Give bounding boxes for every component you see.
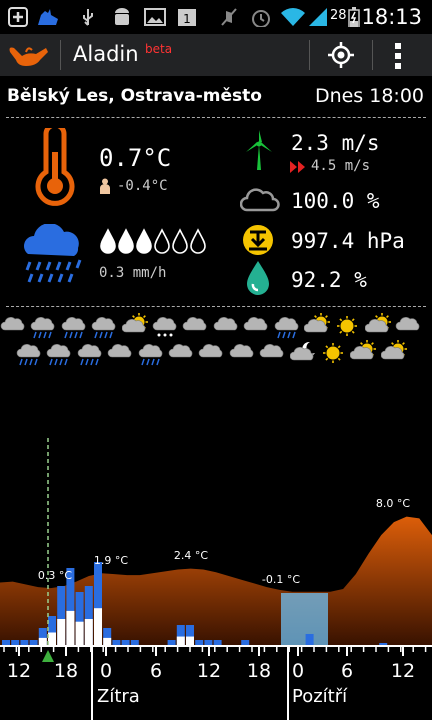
signal-icon bbox=[309, 8, 327, 26]
divider bbox=[372, 40, 373, 70]
cloud-rain-icon bbox=[61, 317, 86, 339]
overflow-menu-icon[interactable] bbox=[393, 42, 403, 70]
wifi-icon bbox=[281, 8, 305, 26]
feels-like-value: -0.4°C bbox=[117, 178, 168, 194]
cloud-rain-icon bbox=[274, 317, 298, 339]
pressure-icon bbox=[243, 225, 273, 255]
snow-bar bbox=[66, 610, 75, 646]
cloud-icon bbox=[243, 317, 268, 331]
cloud-outline-icon bbox=[240, 188, 280, 212]
beta-badge: beta bbox=[145, 42, 173, 56]
sun-cloud-icon bbox=[350, 340, 377, 360]
cloud-sun-icon bbox=[121, 313, 148, 333]
precipitation-value: 0.3 mm/h bbox=[99, 265, 167, 281]
cloud-rain-icon bbox=[138, 344, 162, 366]
android-icon bbox=[115, 8, 129, 25]
usb-icon bbox=[83, 9, 93, 26]
snow-bar bbox=[103, 637, 112, 646]
drop-empty-icon bbox=[172, 228, 188, 254]
drop-empty-icon bbox=[154, 228, 170, 254]
snow-bar bbox=[48, 632, 56, 646]
status-bar: 1 28 18:13 bbox=[0, 0, 432, 34]
humidity-value: 92.2 % bbox=[291, 268, 367, 292]
divider bbox=[60, 40, 61, 70]
cloud-rain-icon bbox=[16, 344, 41, 366]
sun-icon bbox=[337, 316, 358, 336]
divider bbox=[6, 306, 426, 307]
snow-bar bbox=[84, 619, 93, 646]
cloud-icon bbox=[107, 344, 132, 358]
wind-speed-value: 2.3 m/s bbox=[291, 131, 380, 155]
battery-icon bbox=[348, 7, 360, 27]
pressure-value: 997.4 hPa bbox=[291, 229, 405, 253]
plus-icon bbox=[8, 7, 28, 27]
snow-bar bbox=[186, 636, 194, 646]
forecast-icon-row-1 bbox=[0, 313, 432, 341]
forecast-icon-row-2 bbox=[14, 340, 432, 368]
cloud-icon bbox=[168, 344, 193, 358]
app-logo-icon[interactable] bbox=[6, 42, 50, 70]
cloud-icon bbox=[259, 344, 284, 358]
app-icon bbox=[38, 9, 58, 25]
cloud-icon bbox=[183, 317, 207, 331]
cloud-rain-icon bbox=[77, 344, 102, 366]
cloud-rain-icon bbox=[31, 317, 55, 339]
app-bar: Aladin beta bbox=[0, 34, 432, 76]
cloud-icon bbox=[213, 317, 238, 331]
temperature-value: 0.7°C bbox=[99, 144, 172, 172]
drop-filled-icon bbox=[136, 228, 152, 254]
highlight-overlay bbox=[281, 593, 328, 646]
sun-cloud-icon bbox=[364, 313, 391, 333]
moon-cloud-icon bbox=[289, 341, 315, 361]
drop-empty-icon bbox=[190, 228, 206, 254]
snow-bar bbox=[176, 636, 185, 646]
mute-icon bbox=[221, 8, 237, 26]
precipitation-drops-icon bbox=[100, 228, 206, 254]
cloud-rain-icon bbox=[47, 344, 71, 366]
image-icon bbox=[144, 8, 166, 26]
locate-icon[interactable] bbox=[326, 40, 356, 70]
wind-gust-value: 4.5 m/s bbox=[311, 158, 371, 174]
app-title: Aladin bbox=[73, 42, 139, 66]
location-name[interactable]: Bělský Les, Ostrava-město bbox=[7, 86, 262, 106]
cloud-icon bbox=[0, 317, 25, 331]
cloud-snow-icon bbox=[152, 317, 177, 337]
calendar-icon: 1 bbox=[178, 9, 196, 26]
humidity-drop-icon bbox=[247, 261, 269, 295]
clock: 18:13 bbox=[361, 5, 422, 29]
cloudiness-value: 100.0 % bbox=[291, 189, 380, 213]
thermometer-icon bbox=[35, 128, 75, 206]
sun-icon bbox=[323, 343, 343, 363]
divider bbox=[6, 117, 426, 118]
snow-bar bbox=[57, 619, 66, 646]
now-marker-icon bbox=[42, 650, 54, 662]
forecast-time: Dnes 18:00 bbox=[314, 85, 424, 107]
forecast-chart[interactable] bbox=[0, 378, 432, 720]
snow-bar bbox=[75, 621, 84, 646]
cloud-icon bbox=[199, 344, 223, 358]
sun-cloud-icon bbox=[380, 340, 407, 360]
rain-cloud-icon bbox=[24, 224, 82, 283]
svg-text:1: 1 bbox=[183, 12, 191, 26]
cloud-icon bbox=[229, 344, 254, 358]
drop-filled-icon bbox=[100, 228, 116, 254]
alarm-icon bbox=[252, 10, 270, 27]
drop-filled-icon bbox=[118, 228, 134, 254]
snow-bar bbox=[94, 608, 102, 646]
cloud-icon bbox=[395, 317, 420, 331]
snow-bar bbox=[38, 637, 47, 646]
divider bbox=[309, 40, 310, 70]
gust-icon bbox=[290, 161, 305, 173]
person-icon bbox=[100, 178, 110, 194]
battery-percent: 28 bbox=[330, 8, 347, 23]
cloud-rain-icon bbox=[91, 317, 116, 339]
sun-cloud-icon bbox=[304, 313, 330, 333]
precipitation-bar bbox=[305, 634, 314, 646]
wind-turbine-icon bbox=[246, 130, 272, 170]
